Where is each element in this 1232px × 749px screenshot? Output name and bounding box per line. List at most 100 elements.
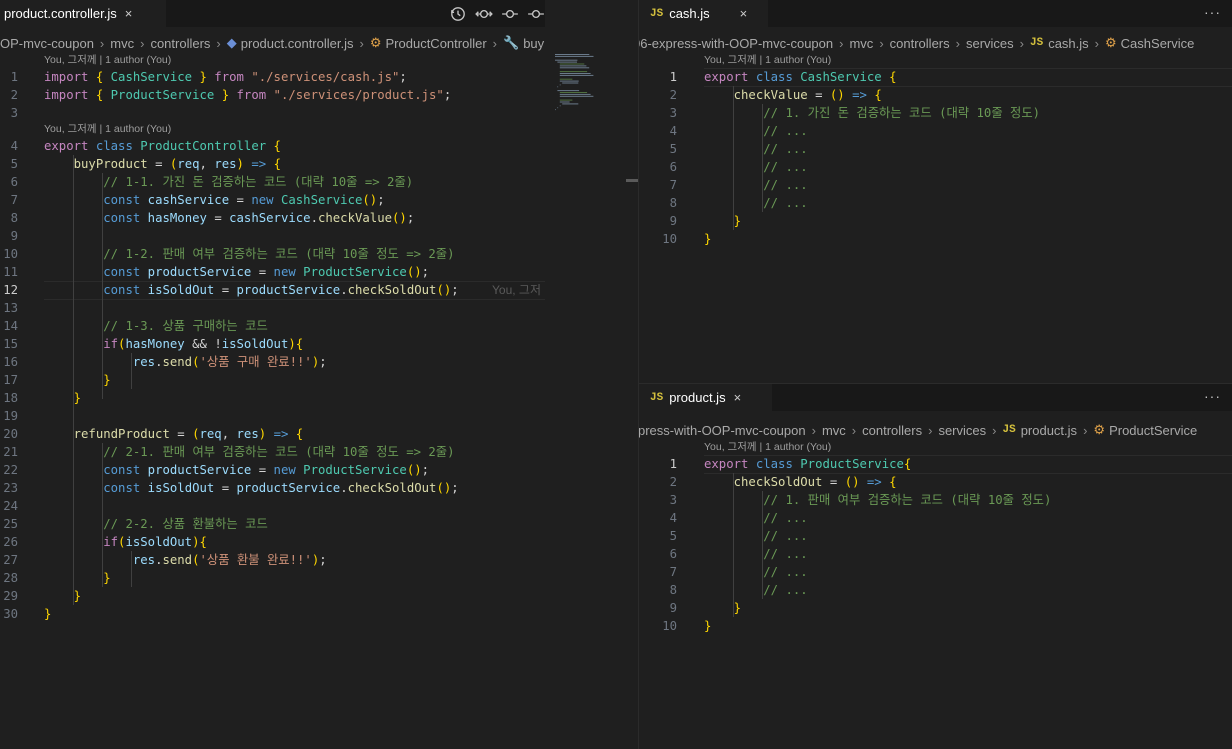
code-line[interactable]: 25 // 2-2. 상품 환불하는 코드 (0, 515, 545, 533)
code-line[interactable]: 15 if(hasMoney && !isSoldOut){ (0, 335, 545, 353)
code-text[interactable]: export class ProductController { (44, 137, 281, 155)
line-number[interactable]: 27 (0, 551, 18, 569)
line-number[interactable]: 12 (0, 281, 18, 299)
code-line[interactable]: 19 (0, 407, 545, 425)
line-number[interactable]: 9 (659, 212, 677, 230)
line-number[interactable]: 3 (0, 104, 18, 122)
code-line[interactable]: 2 import { ProductService } from "./servi… (0, 86, 545, 104)
code-text[interactable]: // ... (704, 158, 807, 176)
code-text[interactable]: const isSoldOut = productService.checkSo… (44, 479, 458, 497)
code-text[interactable]: if(hasMoney && !isSoldOut){ (44, 335, 303, 353)
code-line[interactable]: 12 const isSoldOut = productService.chec… (0, 281, 545, 300)
line-number[interactable]: 7 (0, 191, 18, 209)
code-text[interactable]: import { ProductService } from "./servic… (44, 86, 451, 104)
line-number[interactable]: 10 (659, 617, 677, 635)
code-line[interactable]: 1 export class ProductService{ (639, 455, 1232, 474)
code-line[interactable]: 29 } (0, 587, 545, 605)
line-number[interactable]: 4 (0, 137, 18, 155)
code-line[interactable]: 8 // ... (639, 194, 1232, 212)
code-line[interactable]: 6 // ... (639, 545, 1232, 563)
code-line[interactable]: 1 import { CashService } from "./services… (0, 68, 545, 86)
line-number[interactable]: 14 (0, 317, 18, 335)
code-text[interactable]: // ... (704, 176, 807, 194)
code-text[interactable]: // ... (704, 563, 807, 581)
line-number[interactable]: 21 (0, 443, 18, 461)
line-number[interactable]: 18 (0, 389, 18, 407)
line-number[interactable]: 1 (659, 455, 677, 473)
code-line[interactable]: 10 // 1-2. 판매 여부 검증하는 코드 (대략 10줄 정도 => 2… (0, 245, 545, 263)
code-text[interactable]: import { CashService } from "./services/… (44, 68, 407, 86)
code-text[interactable]: // ... (704, 509, 807, 527)
code-line[interactable]: 24 (0, 497, 545, 515)
code-text[interactable]: // ... (704, 140, 807, 158)
line-number[interactable]: 10 (659, 230, 677, 248)
code-editor[interactable]: 1 export class CashService {2 checkValue … (639, 0, 1232, 383)
code-text[interactable]: } (704, 617, 711, 635)
line-number[interactable]: 3 (659, 104, 677, 122)
line-number[interactable]: 9 (659, 599, 677, 617)
code-line[interactable]: 26 if(isSoldOut){ (0, 533, 545, 551)
code-text[interactable]: res.send('상품 환불 완료!!'); (44, 551, 327, 569)
line-number[interactable]: 9 (0, 227, 18, 245)
line-number[interactable]: 10 (0, 245, 18, 263)
line-number[interactable]: 8 (659, 581, 677, 599)
code-text[interactable]: } (44, 389, 81, 407)
line-number[interactable]: 5 (659, 527, 677, 545)
code-text[interactable]: export class ProductService{ (704, 455, 911, 473)
line-number[interactable]: 11 (0, 263, 18, 281)
code-line[interactable]: 4 // ... (639, 122, 1232, 140)
code-line[interactable]: 1 export class CashService { (639, 68, 1232, 87)
line-number[interactable]: 4 (659, 509, 677, 527)
line-number[interactable]: 1 (0, 68, 18, 86)
line-number[interactable]: 7 (659, 563, 677, 581)
line-number[interactable]: 25 (0, 515, 18, 533)
vertical-scrollbar[interactable] (545, 0, 638, 749)
line-number[interactable]: 30 (0, 605, 18, 623)
code-text[interactable]: } (44, 371, 110, 389)
code-text[interactable]: // 1. 가진 돈 검증하는 코드 (대략 10줄 정도) (704, 104, 1040, 122)
code-text[interactable]: // 1-2. 판매 여부 검증하는 코드 (대략 10줄 정도 => 2줄) (44, 245, 454, 263)
code-text[interactable]: const isSoldOut = productService.checkSo… (44, 281, 458, 299)
code-text[interactable]: checkValue = () => { (704, 86, 882, 104)
code-text[interactable]: buyProduct = (req, res) => { (44, 155, 281, 173)
code-line[interactable]: 22 const productService = new ProductSer… (0, 461, 545, 479)
code-line[interactable]: 2 checkValue = () => { (639, 86, 1232, 104)
line-number[interactable]: 1 (659, 68, 677, 86)
line-number[interactable]: 6 (0, 173, 18, 191)
minimap-preview[interactable] (553, 52, 625, 112)
code-line[interactable]: 6 // ... (639, 158, 1232, 176)
code-line[interactable]: 11 const productService = new ProductSer… (0, 263, 545, 281)
code-line[interactable]: 17 } (0, 371, 545, 389)
code-text[interactable]: // ... (704, 545, 807, 563)
code-text[interactable]: if(isSoldOut){ (44, 533, 207, 551)
code-text[interactable]: } (704, 599, 741, 617)
line-number[interactable]: 6 (659, 545, 677, 563)
line-number[interactable]: 2 (659, 473, 677, 491)
code-text[interactable]: // ... (704, 581, 807, 599)
code-line[interactable]: 16 res.send('상품 구매 완료!!'); (0, 353, 545, 371)
line-number[interactable]: 15 (0, 335, 18, 353)
line-number[interactable]: 8 (0, 209, 18, 227)
code-text[interactable]: export class CashService { (704, 68, 897, 86)
line-number[interactable]: 29 (0, 587, 18, 605)
line-number[interactable]: 4 (659, 122, 677, 140)
code-text[interactable]: // 2-2. 상품 환불하는 코드 (44, 515, 268, 533)
code-editor[interactable]: 1 import { CashService } from "./services… (0, 0, 545, 749)
code-text[interactable]: refundProduct = (req, res) => { (44, 425, 304, 443)
code-line[interactable]: 4 export class ProductController { (0, 137, 545, 155)
code-line[interactable]: 13 (0, 299, 545, 317)
scroll-slider[interactable] (626, 179, 638, 182)
code-text[interactable]: // 1-3. 상품 구매하는 코드 (44, 317, 268, 335)
code-text[interactable]: const hasMoney = cashService.checkValue(… (44, 209, 414, 227)
line-number[interactable]: 17 (0, 371, 18, 389)
code-text[interactable]: // 2-1. 판매 여부 검증하는 코드 (대략 10줄 정도 => 2줄) (44, 443, 454, 461)
code-line[interactable]: 5 buyProduct = (req, res) => { (0, 155, 545, 173)
line-number[interactable]: 2 (659, 86, 677, 104)
code-text[interactable]: } (44, 605, 51, 623)
code-text[interactable]: res.send('상품 구매 완료!!'); (44, 353, 327, 371)
code-line[interactable]: 2 checkSoldOut = () => { (639, 473, 1232, 491)
code-text[interactable]: const cashService = new CashService(); (44, 191, 384, 209)
code-line[interactable]: 20 refundProduct = (req, res) => { (0, 425, 545, 443)
code-line[interactable]: 21 // 2-1. 판매 여부 검증하는 코드 (대략 10줄 정도 => 2… (0, 443, 545, 461)
code-line[interactable]: 5 // ... (639, 527, 1232, 545)
